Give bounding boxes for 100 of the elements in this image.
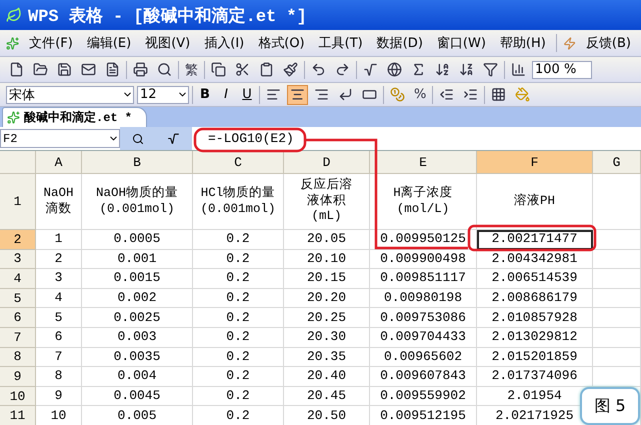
figure-label: 图 5 (580, 387, 640, 425)
table-cell: 0.009851117 (370, 269, 477, 289)
table-cell: HCl物质的量 (0.001mol) (193, 174, 284, 230)
table-cell: 0.00980198 (370, 288, 477, 308)
empty-cell (593, 308, 641, 328)
table-cell: 0.00965602 (370, 348, 477, 368)
table-cell: 20.50 (284, 406, 370, 425)
row-header[interactable]: 11 (0, 406, 36, 425)
row-header[interactable]: 6 (0, 308, 36, 328)
table-cell: 1 (36, 230, 82, 250)
table-cell: 2.017374096 (477, 367, 593, 387)
table-cell: 0.005 (82, 406, 193, 425)
table-cell: 20.30 (284, 328, 370, 348)
table-cell: 0.2 (193, 386, 284, 406)
menu-item[interactable]: 反馈(B) (582, 32, 635, 54)
table-cell: 0.2 (193, 367, 284, 387)
table-cell: 6 (36, 328, 82, 348)
table-cell: NaOH 滴数 (36, 174, 82, 230)
row-header[interactable]: 10 (0, 386, 36, 406)
app-icon (6, 36, 20, 50)
table-cell: 20.10 (284, 250, 370, 270)
menu-item[interactable]: 数据(D) (372, 32, 427, 54)
table-cell: 0.004 (82, 367, 193, 387)
search-icon[interactable] (132, 132, 144, 144)
row-header[interactable]: 4 (0, 269, 36, 289)
table-cell: 2.002171477 (477, 230, 593, 250)
text-style-button[interactable]: I (217, 84, 235, 104)
table-cell: 8 (36, 367, 82, 387)
table-cell: H离子浓度 (mol/L) (370, 174, 477, 230)
menu-item[interactable]: 帮助(H) (496, 32, 550, 54)
name-box[interactable]: F2 (0, 129, 120, 148)
menu-item[interactable]: 视图(V) (141, 32, 194, 54)
zoom-field[interactable]: 100 % (532, 60, 592, 78)
window-title: WPS 表格 - [酸碱中和滴定.et *] (28, 5, 307, 26)
font-dropdown[interactable]: 宋体 (6, 86, 134, 104)
table-cell: 10 (36, 406, 82, 425)
table-cell: 0.009512195 (370, 406, 477, 425)
document-tab[interactable]: 酸碱中和滴定.et * (2, 107, 148, 127)
table-cell: 0.009900498 (370, 250, 477, 270)
menu-item[interactable]: 格式(O) (254, 32, 309, 54)
table-cell: 0.2 (193, 348, 284, 368)
table-cell: 4 (36, 288, 82, 308)
row-header[interactable]: 8 (0, 348, 36, 368)
empty-cell (593, 348, 641, 368)
table-cell: 0.2 (193, 269, 284, 289)
table-cell: 0.0045 (82, 386, 193, 406)
column-header[interactable]: E (370, 151, 477, 174)
table-cell: 2 (36, 250, 82, 270)
text-style-button[interactable]: B (196, 84, 214, 104)
table-cell: 20.35 (284, 348, 370, 368)
table-cell: 0.2 (193, 288, 284, 308)
table-cell: 0.2 (193, 328, 284, 348)
column-header[interactable]: C (193, 151, 284, 174)
table-cell: 0.2 (193, 230, 284, 250)
traditional-chinese-button[interactable]: 繁 (182, 60, 201, 80)
table-cell: 2.004342981 (477, 250, 593, 270)
column-header[interactable]: A (36, 151, 82, 174)
table-cell: 0.009753086 (370, 308, 477, 328)
align-center-icon[interactable] (287, 84, 308, 104)
leaf-icon (6, 7, 22, 23)
table-cell: 0.009607843 (370, 367, 477, 387)
table-cell: 20.45 (284, 386, 370, 406)
table-cell: 20.15 (284, 269, 370, 289)
row-header[interactable]: 2 (0, 230, 36, 250)
menu-item[interactable]: 文件(F) (25, 32, 77, 54)
table-cell: 2.015201859 (477, 348, 593, 368)
function-icon[interactable] (167, 132, 180, 145)
font-size-dropdown[interactable]: 12 (137, 86, 189, 104)
column-header[interactable]: D (284, 151, 370, 174)
column-header[interactable]: G (593, 151, 641, 174)
row-header[interactable]: 7 (0, 328, 36, 348)
percent-button[interactable]: % (411, 84, 430, 104)
text-style-button[interactable]: U (238, 84, 256, 104)
table-cell: 0.009704433 (370, 328, 477, 348)
table-cell: 20.25 (284, 308, 370, 328)
table-cell: 0.009559902 (370, 386, 477, 406)
table-cell: 0.0035 (82, 348, 193, 368)
table-cell: NaOH物质的量 (0.001mol) (82, 174, 193, 230)
menu-item[interactable]: 窗口(W) (432, 32, 490, 54)
menu-item[interactable]: 编辑(E) (82, 32, 136, 54)
table-cell: 3 (36, 269, 82, 289)
row-header[interactable]: 3 (0, 250, 36, 270)
table-cell: 2.010857928 (477, 308, 593, 328)
formula-field[interactable]: =-LOG10(E2) (192, 131, 294, 146)
table-cell: 20.20 (284, 288, 370, 308)
empty-cell (593, 269, 641, 289)
empty-cell (593, 288, 641, 308)
table-cell: 9 (36, 386, 82, 406)
table-cell: 0.0025 (82, 308, 193, 328)
row-header[interactable]: 5 (0, 288, 36, 308)
column-header[interactable]: B (82, 151, 193, 174)
menu-item[interactable]: 工具(T) (314, 32, 367, 54)
row-header[interactable]: 1 (0, 174, 36, 230)
table-cell: 0.001 (82, 250, 193, 270)
row-header[interactable]: 9 (0, 367, 36, 387)
column-header[interactable]: F (477, 151, 593, 174)
empty-cell (593, 250, 641, 270)
table-cell: 0.003 (82, 328, 193, 348)
empty-cell (593, 328, 641, 348)
menu-item[interactable]: 插入(I) (200, 32, 248, 54)
